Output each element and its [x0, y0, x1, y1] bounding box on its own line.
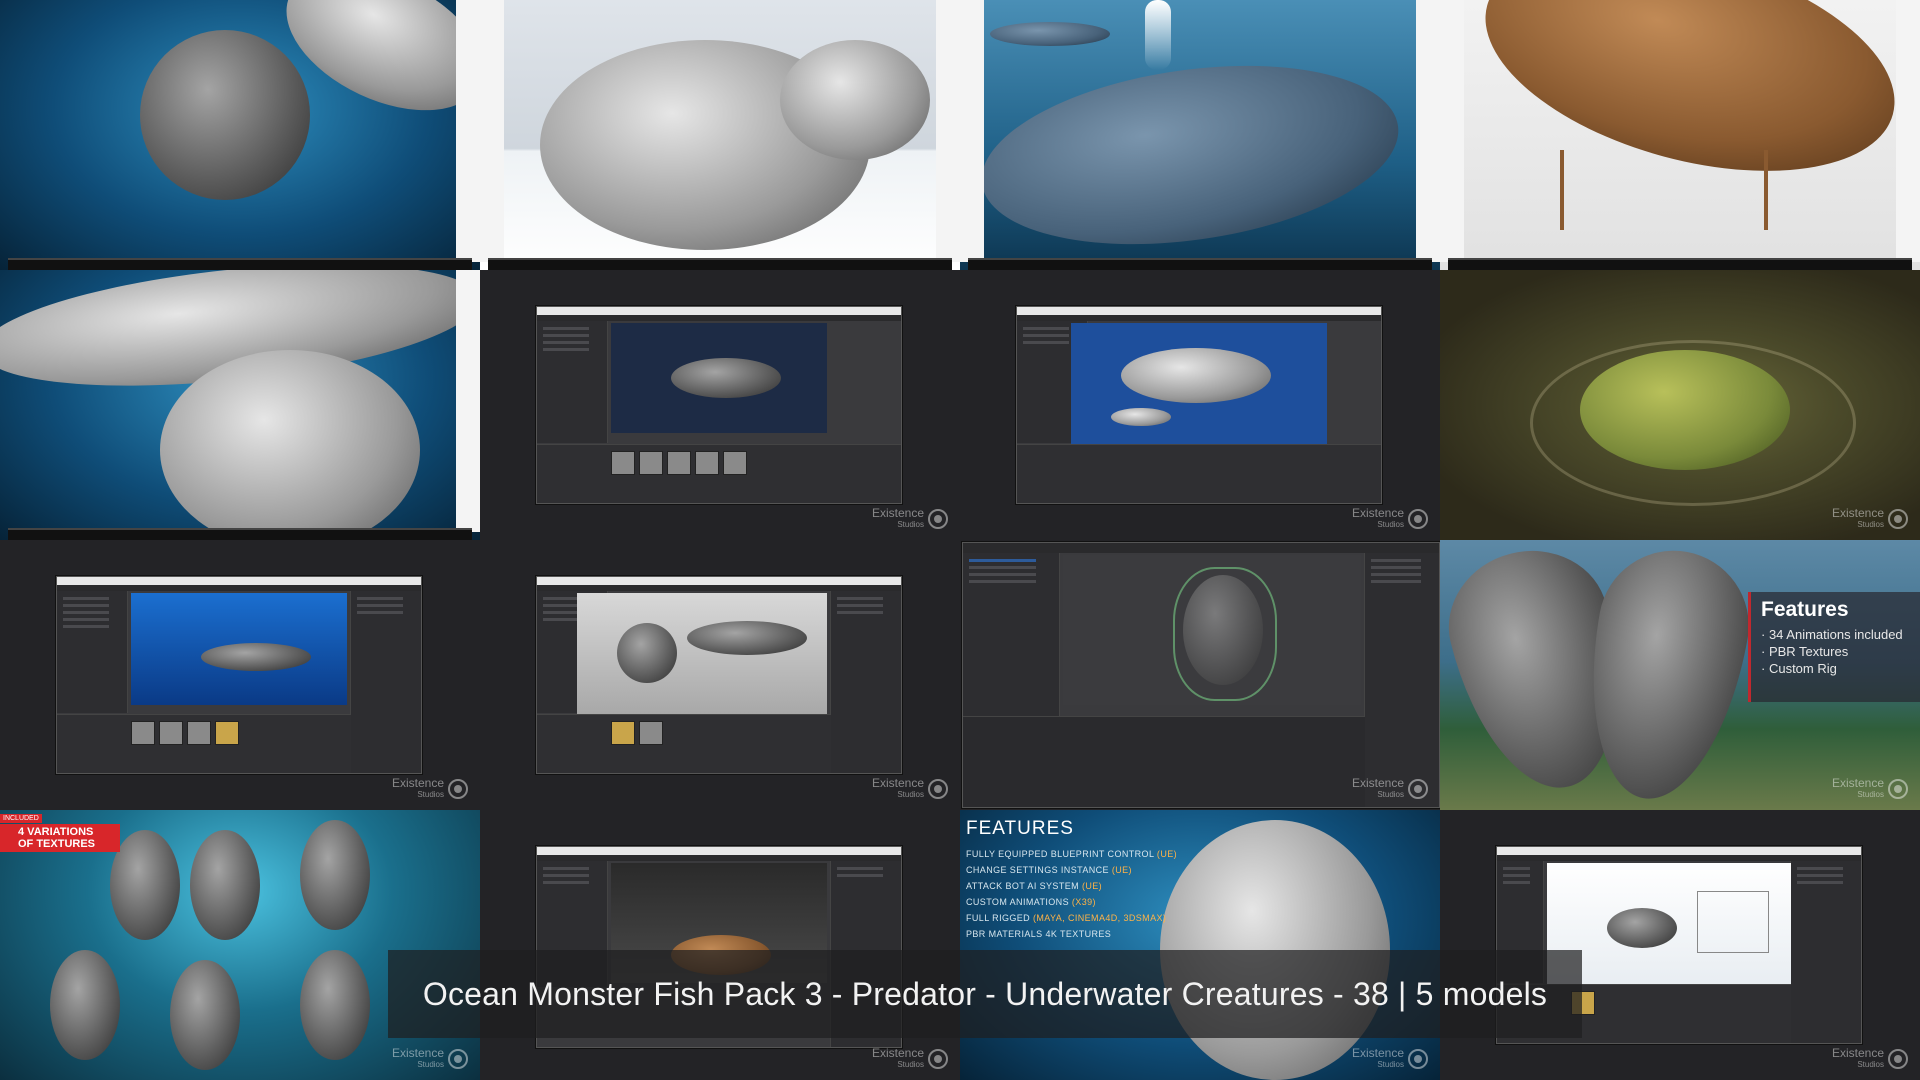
- creature-rig-model: [1183, 575, 1263, 685]
- product-title: Ocean Monster Fish Pack 3 - Predator - U…: [422, 975, 1548, 1012]
- existence-watermark: Existence Studios: [1352, 1047, 1428, 1070]
- feature-line: FULLY EQUIPPED BLUEPRINT CONTROL (UE): [966, 849, 1178, 859]
- included-tag: INCLUDED: [0, 814, 42, 823]
- existence-watermark: Existence Studios: [392, 1047, 468, 1070]
- armored-beast-model: [617, 623, 677, 683]
- tile-claw-creature-features: Features 34 Animations included PBR Text…: [1440, 540, 1920, 810]
- poster-frame: [1440, 0, 1920, 270]
- existence-logo-icon: [1408, 509, 1428, 529]
- features-box: Features 34 Animations included PBR Text…: [1748, 592, 1920, 702]
- poster-frame: [0, 270, 480, 540]
- bounding-box: [1697, 891, 1769, 953]
- shark-model: [201, 643, 311, 671]
- feature-item: PBR Textures: [1761, 643, 1920, 660]
- existence-watermark: Existence Studios: [872, 777, 948, 800]
- tile-hammerhead-shark: [0, 270, 480, 540]
- claw-variant-4: [50, 950, 120, 1060]
- claw-creature-right: [1569, 540, 1761, 810]
- existence-watermark: Existence Studios: [1832, 1047, 1908, 1070]
- tile-editor-snow-scene: Existence Studios: [1440, 810, 1920, 1080]
- claw-variant-2: [190, 830, 260, 940]
- existence-logo-icon: [1888, 779, 1908, 799]
- feature-line: PBR MATERIALS 4K TEXTURES: [966, 929, 1112, 939]
- existence-watermark: Existence Studios: [872, 507, 948, 530]
- tile-editor-shark: Existence Studios: [0, 540, 480, 810]
- existence-logo-icon: [1888, 509, 1908, 529]
- armored-beast-row: [687, 621, 807, 655]
- existence-watermark: Existence Studios: [392, 777, 468, 800]
- feature-line: ATTACK BOT AI SYSTEM (UE): [966, 881, 1103, 891]
- whale-model: [1121, 348, 1271, 403]
- existence-logo-icon: [1408, 779, 1428, 799]
- feature-item: 34 Animations included: [1761, 626, 1920, 643]
- mossy-shell: [1580, 350, 1790, 470]
- editor-window: [536, 306, 902, 504]
- existence-watermark: Existence Studios: [1832, 507, 1908, 530]
- existence-watermark: Existence Studios: [1352, 777, 1428, 800]
- tile-whale: [960, 0, 1440, 270]
- feature-item: Custom Rig: [1761, 660, 1920, 677]
- product-caption: Ocean Monster Fish Pack 3 - Predator - U…: [388, 950, 1582, 1038]
- editor-window: [962, 542, 1440, 808]
- whale-calf-model: [1111, 408, 1171, 426]
- existence-logo-icon: [448, 779, 468, 799]
- editor-window: [1016, 306, 1382, 504]
- feature-line: CUSTOM ANIMATIONS (X39): [966, 897, 1096, 907]
- tile-editor-crab: Existence Studios: [480, 810, 960, 1080]
- tile-editor-hammerhead: Existence Studios: [480, 270, 960, 540]
- claw-variant-3: [300, 820, 370, 930]
- editor-window: [536, 576, 902, 774]
- existence-logo-icon: [928, 1049, 948, 1069]
- armored-beast-model: [1607, 908, 1677, 948]
- poster-frame: [0, 0, 480, 270]
- tile-insect-creature: [0, 0, 480, 270]
- tile-crab-creature: [1440, 0, 1920, 270]
- poster-frame: [960, 0, 1440, 270]
- existence-watermark: Existence Studios: [872, 1047, 948, 1070]
- poster-frame: [480, 0, 960, 270]
- existence-logo-icon: [448, 1049, 468, 1069]
- claw-variant-6: [300, 950, 370, 1060]
- feature-line: CHANGE SETTINGS INSTANCE (UE): [966, 865, 1132, 875]
- claw-variant-1: [110, 830, 180, 940]
- features-title: Features: [1761, 598, 1849, 621]
- tile-claw-variations: INCLUDED 4 VARIATIONS OF TEXTURES Existe…: [0, 810, 480, 1080]
- editor-window: [56, 576, 422, 774]
- tile-rider-features: FEATURES FULLY EQUIPPED BLUEPRINT CONTRO…: [960, 810, 1440, 1080]
- existence-watermark: Existence Studios: [1352, 507, 1428, 530]
- existence-logo-icon: [1408, 1049, 1428, 1069]
- tile-armored-beast-rider: [480, 0, 960, 270]
- hammerhead-model: [671, 358, 781, 398]
- existence-logo-icon: [928, 779, 948, 799]
- claw-variant-5: [170, 960, 240, 1070]
- existence-logo-icon: [928, 509, 948, 529]
- tile-editor-whale: Existence Studios: [960, 270, 1440, 540]
- feature-line: FULL RIGGED (MAYA, CINEMA4D, 3DSMAX): [966, 913, 1167, 923]
- tile-turtle-pond: Existence Studios: [1440, 270, 1920, 540]
- variations-badge: 4 VARIATIONS OF TEXTURES: [0, 824, 120, 852]
- features-panel: FEATURES FULLY EQUIPPED BLUEPRINT CONTRO…: [966, 818, 1196, 942]
- preview-grid: Existence Studios Existence Studios Existe…: [0, 0, 1920, 1080]
- existence-logo-icon: [1888, 1049, 1908, 1069]
- tile-editor-armored-beasts: Existence Studios: [480, 540, 960, 810]
- features-panel-title: FEATURES: [966, 818, 1074, 839]
- existence-watermark: Existence Studios: [1832, 777, 1908, 800]
- tile-editor-rig-view: Existence Studios: [960, 540, 1440, 810]
